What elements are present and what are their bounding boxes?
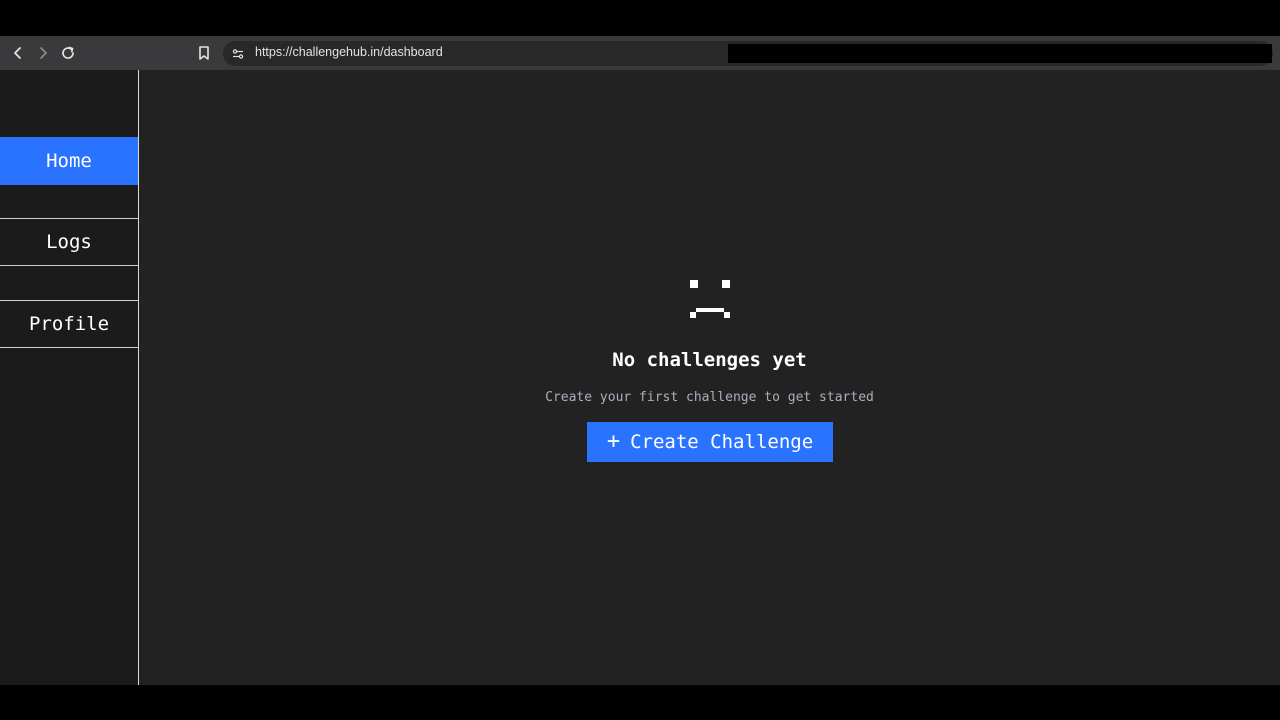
back-icon <box>14 47 21 59</box>
create-challenge-label: Create Challenge <box>630 431 814 453</box>
url-text[interactable]: https://challengehub.in/dashboard <box>255 45 443 59</box>
bookmark-button[interactable] <box>194 43 214 63</box>
redacted-area <box>728 44 1272 63</box>
sidebar-item-profile[interactable]: Profile <box>0 300 138 348</box>
reload-button[interactable] <box>58 43 78 63</box>
sidebar-item-logs[interactable]: Logs <box>0 218 138 266</box>
sidebar-item-label: Logs <box>46 231 92 253</box>
sidebar-item-label: Home <box>46 150 92 172</box>
sidebar: Home Logs Profile <box>0 70 139 685</box>
sad-face-icon <box>689 280 731 322</box>
empty-state: No challenges yet Create your first chal… <box>139 70 1280 685</box>
letterbox-top <box>0 0 1280 36</box>
bookmark-icon <box>199 46 209 60</box>
create-challenge-button[interactable]: + Create Challenge <box>587 422 833 462</box>
back-button[interactable] <box>8 43 28 63</box>
app-body: Home Logs Profile No challenges yet Crea… <box>0 70 1280 685</box>
letterbox-bottom <box>0 685 1280 720</box>
sidebar-item-home[interactable]: Home <box>0 137 138 185</box>
plus-icon: + <box>606 429 621 454</box>
reload-icon <box>62 46 74 59</box>
empty-state-title: No challenges yet <box>612 349 807 371</box>
site-info-icon[interactable] <box>231 47 245 61</box>
forward-icon <box>40 47 47 59</box>
empty-state-subtitle: Create your first challenge to get start… <box>545 390 874 405</box>
sidebar-item-label: Profile <box>28 313 110 335</box>
forward-button[interactable] <box>33 43 53 63</box>
